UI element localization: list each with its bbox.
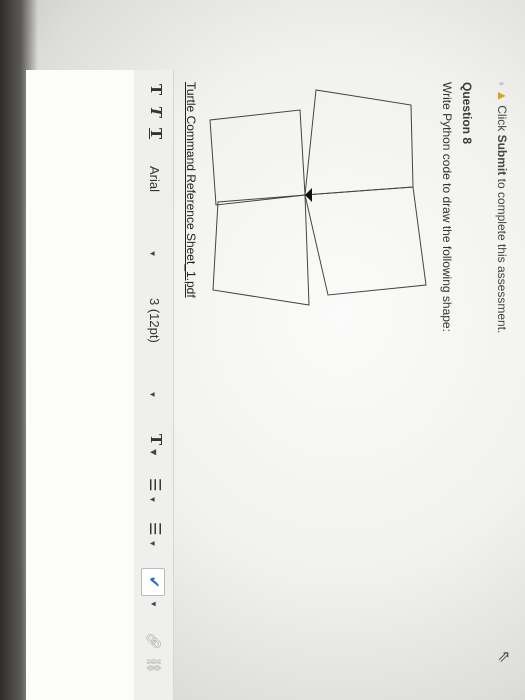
chevron-down-icon: ▼ bbox=[148, 539, 157, 548]
notice-bullet-icon: ⬫ bbox=[495, 82, 509, 86]
underline-button[interactable]: T bbox=[147, 128, 165, 139]
bullet-list-icon: ☰ bbox=[146, 478, 163, 492]
chevron-down-icon: ▼ bbox=[149, 449, 159, 456]
italic-button[interactable]: T bbox=[147, 106, 165, 117]
chevron-down-icon[interactable]: ▼ bbox=[149, 600, 158, 608]
cursor-icon: ⇖ bbox=[495, 650, 512, 664]
font-family-value: Arial bbox=[147, 166, 162, 193]
link-icon[interactable]: 🔗︎ bbox=[145, 632, 162, 650]
square-bottom-left bbox=[209, 109, 306, 206]
notice-submit-word: Submit bbox=[495, 134, 509, 176]
turtle-shape-diagram bbox=[209, 89, 427, 306]
numbered-list-button[interactable]: ☰▼ bbox=[146, 522, 164, 547]
unlink-icon[interactable]: ⛓︎ bbox=[145, 656, 162, 674]
question-title: Question 8 bbox=[460, 82, 474, 145]
warning-icon: ▲ bbox=[495, 89, 510, 103]
editor-toolbar: T T T Arial ▼ 3 (12pt) ▼ T▼ ☰▼ ☰▼ ✔ ▼ 🔗︎… bbox=[132, 70, 174, 700]
submit-notice: ⬫ ▲ Click Submit to complete this assessme… bbox=[494, 82, 510, 333]
question-prompt: Write Python code to draw the following … bbox=[440, 82, 454, 332]
chevron-down-icon: ▼ bbox=[148, 390, 157, 399]
font-size-select[interactable]: 3 (12pt) ▼ bbox=[147, 298, 162, 398]
spellcheck-icon[interactable]: ✔ bbox=[141, 568, 165, 596]
chevron-down-icon: ▼ bbox=[148, 249, 157, 258]
square-bottom-right bbox=[212, 194, 310, 306]
square-top-right bbox=[304, 186, 427, 296]
text-color-icon: T bbox=[147, 434, 165, 446]
numbered-list-icon: ☰ bbox=[146, 522, 163, 536]
photo-background: ⬫ ▲ Click Submit to complete this assessme… bbox=[0, 0, 525, 700]
font-family-select[interactable]: Arial ▼ bbox=[147, 166, 162, 258]
font-size-value: 3 (12pt) bbox=[147, 298, 162, 343]
square-top-left bbox=[304, 89, 414, 196]
notice-suffix: to complete this assessment. bbox=[495, 178, 509, 334]
chevron-down-icon: ▼ bbox=[148, 495, 157, 504]
answer-editor[interactable] bbox=[26, 70, 134, 700]
text-color-button[interactable]: T▼ bbox=[147, 434, 165, 455]
assessment-page: ⬫ ▲ Click Submit to complete this assessme… bbox=[26, 70, 516, 700]
notice-prefix: Click bbox=[495, 105, 509, 132]
bold-button[interactable]: T bbox=[147, 84, 165, 95]
reference-sheet-link[interactable]: Turtle Command Reference Sheet_1.pdf bbox=[184, 82, 198, 298]
bullet-list-button[interactable]: ☰▼ bbox=[146, 478, 164, 503]
